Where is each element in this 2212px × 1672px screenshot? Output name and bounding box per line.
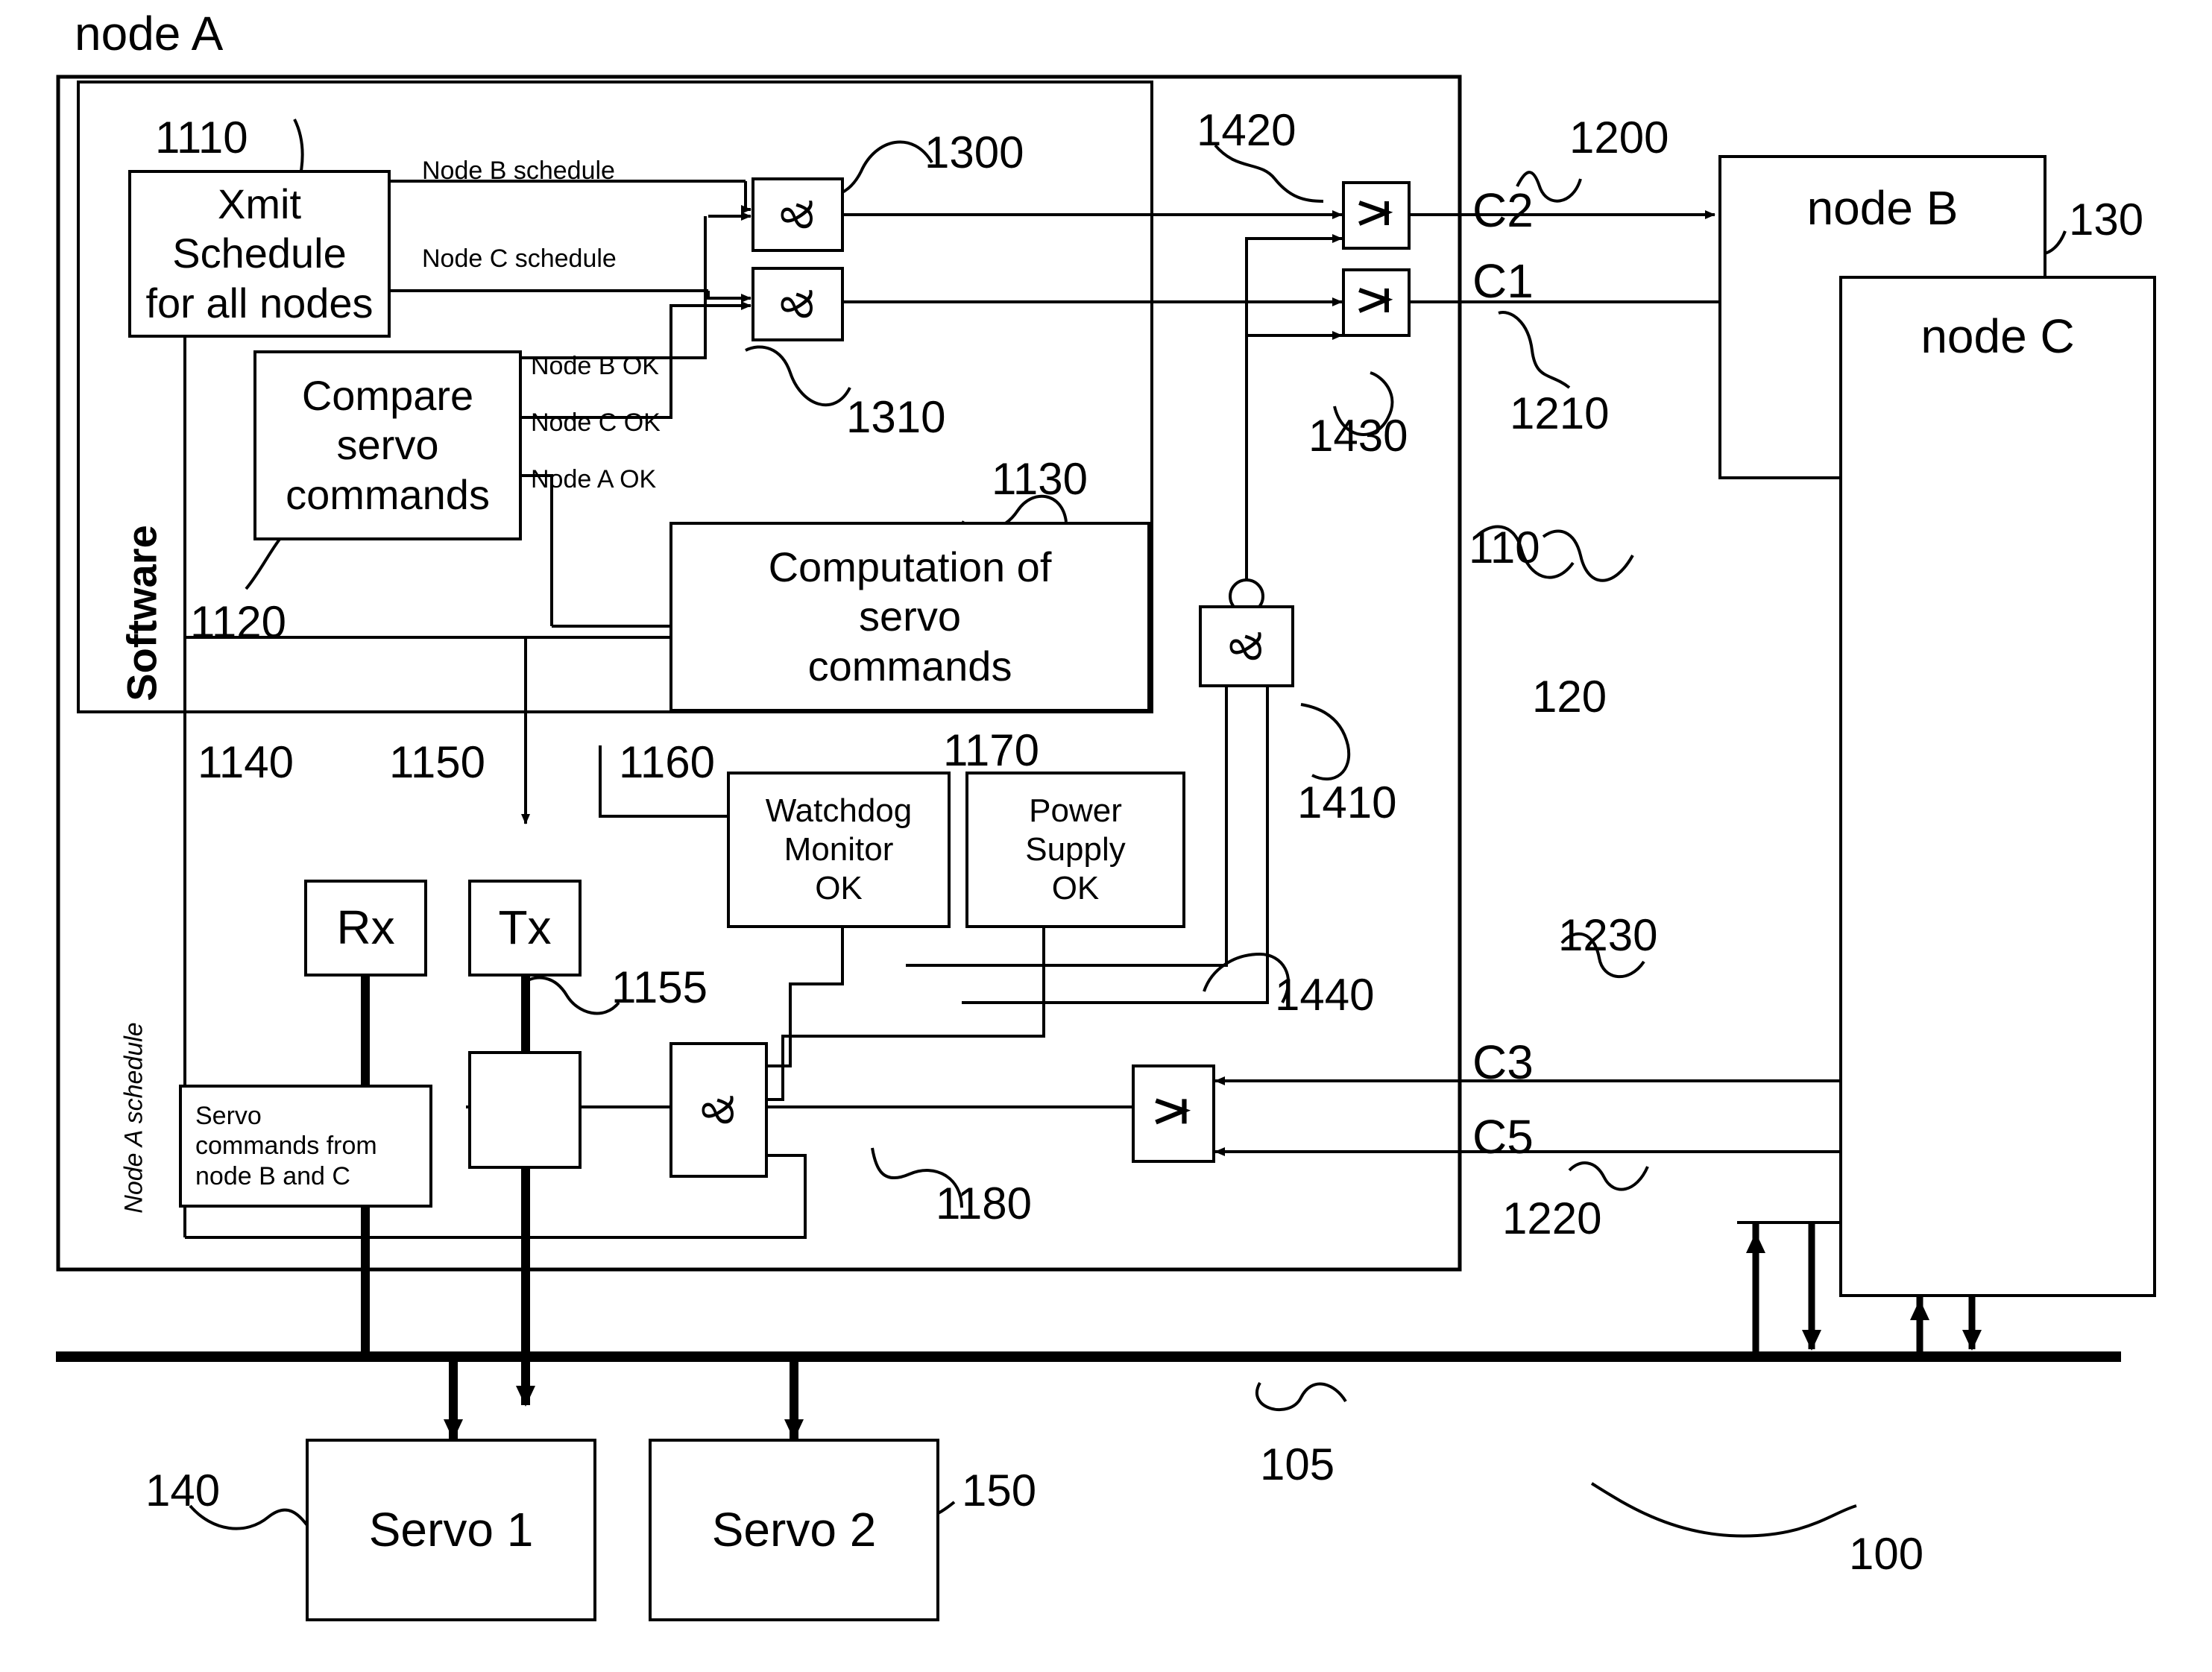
- signal-node-a-ok: Node A OK: [531, 465, 657, 493]
- and-gate-1310[interactable]: &: [751, 267, 844, 341]
- software-label: Software: [118, 525, 166, 701]
- ref-1110: 1110: [155, 113, 248, 163]
- ref-110: 110: [1469, 523, 1540, 572]
- amplifier-icon: [1358, 201, 1393, 226]
- ref-140: 140: [145, 1466, 221, 1515]
- signal-node-c-schedule: Node C schedule: [422, 245, 617, 273]
- and-symbol: &: [693, 1094, 743, 1126]
- signal-c3: C3: [1472, 1035, 1534, 1089]
- ref-1130: 1130: [992, 454, 1088, 504]
- and-gate-1300[interactable]: &: [751, 177, 844, 252]
- signal-node-b-schedule: Node B schedule: [422, 157, 615, 185]
- and-symbol: &: [772, 288, 822, 320]
- ref-1160: 1160: [619, 737, 716, 787]
- driver-1430[interactable]: [1342, 268, 1411, 337]
- power-supply-block[interactable]: Power Supply OK: [965, 772, 1185, 928]
- node-c-block[interactable]: node C: [1839, 276, 2156, 1297]
- ref-1150: 1150: [389, 737, 486, 787]
- ref-1420: 1420: [1197, 105, 1296, 155]
- and-symbol: &: [1220, 631, 1271, 662]
- ref-100: 100: [1849, 1529, 1924, 1579]
- ref-1430: 1430: [1308, 411, 1408, 461]
- patent-figure: node A Software Node A schedule Xmit Sch…: [0, 0, 2212, 1672]
- ref-1210: 1210: [1510, 388, 1610, 438]
- ref-1200: 1200: [1569, 113, 1669, 163]
- amplifier-icon: [1155, 1098, 1191, 1125]
- and-symbol: &: [772, 199, 822, 230]
- ref-150: 150: [962, 1466, 1037, 1515]
- signal-node-b-ok: Node B OK: [531, 352, 659, 380]
- and-gate-1410[interactable]: &: [1199, 605, 1294, 687]
- ref-1155: 1155: [611, 962, 708, 1012]
- signal-c1: C1: [1472, 254, 1534, 308]
- and-gate-1180[interactable]: &: [669, 1042, 768, 1178]
- servo-commands-source-block: Servo commands from node B and C: [179, 1085, 432, 1208]
- signal-c5: C5: [1472, 1110, 1534, 1164]
- servo-1-block[interactable]: Servo 1: [306, 1439, 596, 1621]
- ref-1120: 1120: [190, 597, 287, 647]
- driver-1440[interactable]: [1132, 1064, 1215, 1163]
- compare-servo-commands-block[interactable]: Compare servo commands: [253, 350, 522, 540]
- driver-1420[interactable]: [1342, 181, 1411, 250]
- signal-c2: C2: [1472, 183, 1534, 237]
- ref-130: 130: [2069, 195, 2144, 245]
- ref-1220: 1220: [1502, 1193, 1602, 1243]
- ref-1230: 1230: [1558, 910, 1658, 960]
- node-a-schedule-label: Node A schedule: [119, 1022, 148, 1214]
- page-title: node A: [75, 7, 224, 60]
- ref-120: 120: [1532, 672, 1607, 722]
- watchdog-monitor-block[interactable]: Watchdog Monitor OK: [727, 772, 951, 928]
- ref-1300: 1300: [924, 127, 1024, 177]
- ref-1180: 1180: [936, 1179, 1033, 1228]
- ref-1410: 1410: [1297, 777, 1397, 827]
- ref-1170: 1170: [943, 725, 1040, 775]
- ref-1310: 1310: [846, 392, 946, 442]
- computation-servo-commands-block[interactable]: Computation of servo commands: [669, 522, 1150, 712]
- signal-node-c-ok: Node C OK: [531, 408, 661, 437]
- servo-2-block[interactable]: Servo 2: [649, 1439, 939, 1621]
- rx-block[interactable]: Rx: [304, 880, 427, 977]
- tx-block[interactable]: Tx: [468, 880, 582, 977]
- amplifier-icon: [1358, 288, 1393, 313]
- ref-1440: 1440: [1275, 970, 1375, 1020]
- ref-105: 105: [1260, 1439, 1335, 1489]
- ref-1140: 1140: [198, 737, 294, 787]
- xmit-schedule-block[interactable]: Xmit Schedule for all nodes: [128, 170, 391, 338]
- switch-1155[interactable]: [468, 1051, 582, 1169]
